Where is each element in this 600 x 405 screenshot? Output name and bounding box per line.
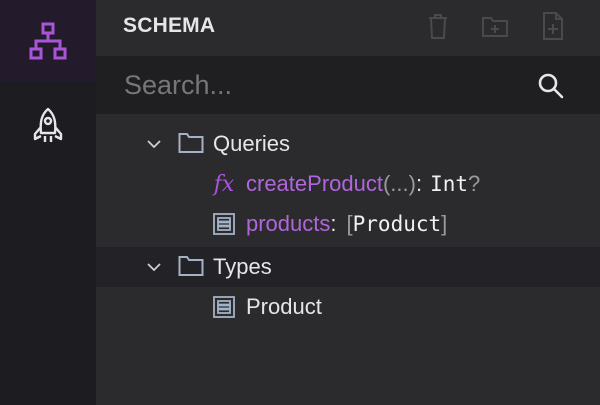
new-folder-button[interactable] <box>479 10 511 42</box>
search-button[interactable] <box>534 69 568 103</box>
type-list-icon <box>211 211 237 237</box>
tree-item-Product[interactable]: Product <box>96 287 600 327</box>
search-icon <box>538 73 564 99</box>
chevron-down-icon[interactable] <box>144 257 164 277</box>
folder-label: Queries <box>213 131 291 156</box>
field-type: Int <box>430 172 469 196</box>
tree-item-products[interactable]: products : [ Product ] <box>96 204 600 244</box>
trash-icon <box>429 14 447 39</box>
function-icon: fx <box>211 171 237 197</box>
tree-item-createProduct[interactable]: fx createProduct (...) : Int ? <box>96 164 600 204</box>
tree-folder-queries[interactable]: Queries <box>96 124 600 164</box>
field-type: Product <box>352 212 442 236</box>
panel-title: SCHEMA <box>123 14 216 37</box>
type-label: Product <box>246 294 322 319</box>
search-bar <box>96 56 600 114</box>
tree-folder-types[interactable]: Types <box>96 247 600 287</box>
activity-bar <box>0 0 96 405</box>
field-colon: : <box>415 171 423 196</box>
folder-label: Types <box>213 254 272 279</box>
rocket-icon <box>33 107 63 142</box>
activity-item-schema[interactable] <box>0 0 96 82</box>
type-list-icon <box>211 294 237 320</box>
field-signature: createProduct (...) : Int ? <box>246 171 480 197</box>
field-colon: : <box>330 211 337 236</box>
search-input[interactable] <box>96 56 526 114</box>
field-signature: products : [ Product ] <box>246 211 447 237</box>
new-folder-icon <box>482 17 508 37</box>
chevron-down-icon[interactable] <box>144 134 164 154</box>
field-name: createProduct <box>246 171 383 196</box>
schema-hierarchy-icon <box>29 22 67 60</box>
function-icon-text: fx <box>213 171 235 197</box>
nullable-marker: ? <box>468 171 481 196</box>
activity-item-deploy[interactable] <box>0 82 96 170</box>
folder-icon <box>178 132 204 154</box>
panel-header: SCHEMA <box>96 0 600 56</box>
schema-panel: SCHEMA Search... Queries fx createProduc… <box>96 0 600 405</box>
new-file-button[interactable] <box>537 10 569 42</box>
delete-button[interactable] <box>422 10 454 42</box>
list-close-bracket: ] <box>441 211 448 236</box>
field-name: products <box>246 211 331 236</box>
schema-explorer-app: SCHEMA Search... Queries fx createProduc… <box>0 0 600 405</box>
field-args: (...) <box>382 171 416 196</box>
folder-icon <box>178 255 204 277</box>
new-file-icon <box>543 12 563 40</box>
type-name: Product <box>246 294 322 320</box>
